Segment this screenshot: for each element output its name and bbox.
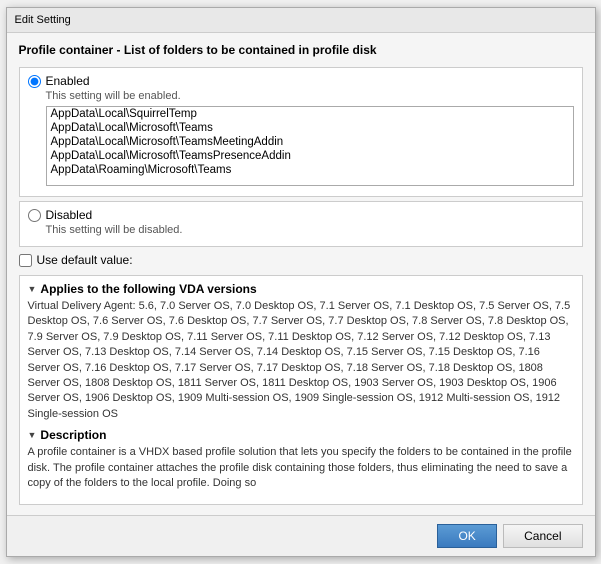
list-item[interactable]: AppData\Local\Microsoft\Teams	[47, 121, 573, 135]
enabled-radio-row: Enabled	[28, 74, 574, 88]
vda-group-title: ▼ Applies to the following VDA versions	[28, 282, 574, 296]
folders-list[interactable]: AppData\Local\SquirrelTemp AppData\Local…	[46, 106, 574, 186]
edit-setting-dialog: Edit Setting Profile container - List of…	[6, 7, 596, 557]
enabled-label[interactable]: Enabled	[46, 74, 90, 88]
default-value-label[interactable]: Use default value:	[37, 253, 133, 267]
info-section[interactable]: ▼ Applies to the following VDA versions …	[19, 275, 583, 505]
enabled-radio[interactable]	[28, 75, 41, 88]
vda-title-text: Applies to the following VDA versions	[40, 282, 256, 296]
cancel-button[interactable]: Cancel	[503, 524, 582, 548]
default-value-row: Use default value:	[19, 253, 583, 267]
disabled-hint: This setting will be disabled.	[28, 224, 574, 236]
list-item[interactable]: AppData\Roaming\Microsoft\Teams	[47, 163, 573, 177]
description-text: A profile container is a VHDX based prof…	[28, 445, 574, 491]
list-item[interactable]: AppData\Local\Microsoft\TeamsPresenceAdd…	[47, 149, 573, 163]
description-group-title: ▼ Description	[28, 428, 574, 442]
dialog-footer: OK Cancel	[7, 515, 595, 556]
enabled-hint: This setting will be enabled.	[28, 90, 574, 102]
vda-collapse-icon[interactable]: ▼	[28, 284, 37, 294]
description-title-text: Description	[40, 428, 106, 442]
description-collapse-icon[interactable]: ▼	[28, 430, 37, 440]
main-title: Profile container - List of folders to b…	[19, 43, 583, 57]
disabled-radio-row: Disabled	[28, 208, 574, 222]
ok-button[interactable]: OK	[437, 524, 497, 548]
vda-group: ▼ Applies to the following VDA versions …	[28, 282, 574, 422]
disabled-section: Disabled This setting will be disabled.	[19, 201, 583, 247]
vda-text: Virtual Delivery Agent: 5.6, 7.0 Server …	[28, 299, 574, 422]
content-area: Profile container - List of folders to b…	[7, 33, 595, 515]
default-value-checkbox[interactable]	[19, 254, 32, 267]
disabled-label[interactable]: Disabled	[46, 208, 93, 222]
list-item[interactable]: AppData\Local\SquirrelTemp	[47, 107, 573, 121]
description-group: ▼ Description A profile container is a V…	[28, 428, 574, 491]
enabled-section: Enabled This setting will be enabled. Ap…	[19, 67, 583, 197]
disabled-radio[interactable]	[28, 209, 41, 222]
dialog-title: Edit Setting	[7, 8, 595, 33]
list-item[interactable]: AppData\Local\Microsoft\TeamsMeetingAddi…	[47, 135, 573, 149]
